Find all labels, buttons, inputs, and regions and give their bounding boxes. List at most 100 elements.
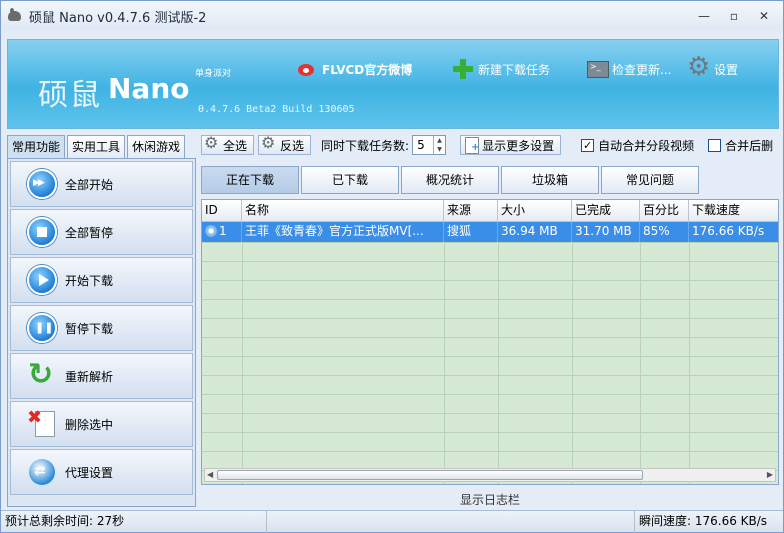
show-log-toggle[interactable]: 显示日志栏: [201, 490, 779, 510]
select-all-button[interactable]: 全选: [201, 133, 255, 155]
reparse-label: 重新解析: [65, 369, 114, 384]
scroll-right-icon[interactable]: ▶: [767, 469, 773, 481]
cell-name: 王菲《致青春》官方正式版MV[...: [242, 222, 444, 242]
header-done[interactable]: 已完成: [572, 200, 640, 221]
invert-selection-button[interactable]: 反选: [258, 133, 312, 155]
delete-selected-button[interactable]: 删除选中: [10, 401, 193, 447]
tab-tools[interactable]: 实用工具: [67, 135, 126, 159]
close-button[interactable]: ✕: [751, 7, 777, 25]
task-toolbar: 全选 反选 同时下载任务数: 5 ▲▼ 显示更多设置 ✓ 自动合并分段视频 合并…: [201, 133, 773, 156]
fast-forward-icon: [27, 169, 57, 199]
tab-common[interactable]: 常用功能: [7, 135, 66, 159]
header-speed[interactable]: 下载速度: [689, 200, 778, 221]
start-download-label: 开始下载: [65, 273, 114, 288]
weibo-link[interactable]: FLVCD官方微博: [296, 58, 412, 80]
minimize-button[interactable]: —: [691, 7, 717, 25]
checkbox-empty-icon: [708, 138, 722, 152]
merge-delete-label: 合并后删: [725, 138, 774, 153]
pause-icon: [27, 313, 57, 343]
refresh-icon: [27, 357, 57, 392]
concurrent-label: 同时下载任务数:: [321, 138, 410, 153]
download-table: ID 名称 来源 大小 已完成 百分比 下载速度 1 王菲《致青春》官方正式版M…: [201, 199, 779, 485]
tagline: 单身派对: [195, 69, 232, 79]
header-id[interactable]: ID: [202, 200, 242, 221]
logo-chinese: 硕鼠: [38, 78, 102, 113]
app-window: 硕鼠 Nano v0.4.7.6 测试版-2 — ▫ ✕ 硕鼠 Nano 单身派…: [0, 0, 784, 533]
settings-button[interactable]: 设置: [687, 52, 739, 82]
tab-downloading[interactable]: 正在下载: [201, 166, 299, 194]
concurrent-stepper[interactable]: 5 ▲ ▼: [412, 135, 447, 155]
scroll-left-icon[interactable]: ◀: [207, 469, 213, 481]
tab-statistics[interactable]: 概况统计: [401, 166, 499, 194]
cell-speed: 176.66 KB/s: [692, 224, 765, 238]
document-icon: [463, 137, 479, 154]
header-source[interactable]: 来源: [444, 200, 498, 221]
delete-selected-label: 删除选中: [65, 417, 114, 432]
main-tabs: 正在下载 已下载 概况统计 垃圾箱 常见问题: [201, 166, 699, 194]
col-divider: [498, 200, 499, 484]
tab-trash[interactable]: 垃圾箱: [501, 166, 599, 194]
col-divider: [572, 200, 573, 484]
grid-lines: [202, 242, 778, 472]
network-icon: [27, 457, 57, 487]
start-download-button[interactable]: 开始下载: [10, 257, 193, 303]
row-id: 1: [219, 224, 227, 238]
header-banner: 硕鼠 Nano 单身派对 0.4.7.6 Beta2 Build 130605 …: [7, 39, 779, 129]
horizontal-scrollbar[interactable]: ◀ ▶: [204, 468, 776, 482]
logo-english: Nano: [108, 72, 190, 105]
cell-size: 36.94 MB: [498, 222, 572, 242]
table-header: ID 名称 来源 大小 已完成 百分比 下载速度: [202, 200, 778, 222]
weibo-label: FLVCD官方微博: [322, 62, 413, 77]
pause-download-label: 暂停下载: [65, 321, 114, 336]
settings-label: 设置: [714, 62, 739, 77]
reparse-button[interactable]: 重新解析: [10, 353, 193, 399]
proxy-settings-button[interactable]: 代理设置: [10, 449, 193, 495]
merge-delete-checkbox[interactable]: 合并后删: [708, 137, 773, 154]
start-all-button[interactable]: 全部开始: [10, 161, 193, 207]
check-update-label: 检查更新...: [612, 62, 672, 77]
maximize-button[interactable]: ▫: [721, 7, 747, 25]
side-panel: 全部开始 全部暂停 开始下载 暂停下载 重新解析 删除选中 代理设置: [7, 158, 196, 507]
header-percent[interactable]: 百分比: [640, 200, 689, 221]
pause-download-button[interactable]: 暂停下载: [10, 305, 193, 351]
cell-percent: 85%: [640, 222, 689, 242]
header-name[interactable]: 名称: [242, 200, 444, 221]
table-row[interactable]: 1 王菲《致青春》官方正式版MV[... 搜狐 36.94 MB 31.70 M…: [202, 222, 778, 242]
more-settings-button[interactable]: 显示更多设置: [460, 135, 562, 155]
more-settings-label: 显示更多设置: [482, 138, 555, 153]
col-divider: [689, 200, 690, 484]
status-bar: 预计总剩余时间: 27秒 瞬间速度: 176.66 KB/s: [1, 510, 783, 533]
instant-speed: 瞬间速度: 176.66 KB/s: [639, 514, 768, 528]
left-tabs: 常用功能 实用工具 休闲游戏: [7, 135, 186, 159]
tab-downloaded[interactable]: 已下载: [301, 166, 399, 194]
downloading-icon: [205, 225, 217, 237]
auto-merge-checkbox[interactable]: ✓ 自动合并分段视频: [581, 137, 694, 154]
version-label: 0.4.7.6 Beta2 Build 130605: [198, 104, 355, 115]
mouse-icon: [7, 8, 23, 24]
header-size[interactable]: 大小: [498, 200, 572, 221]
cell-done: 31.70 MB: [572, 222, 640, 242]
remaining-time: 预计总剩余时间: 27秒: [5, 511, 267, 533]
plus-icon: [452, 58, 474, 80]
tab-games[interactable]: 休闲游戏: [127, 135, 186, 159]
concurrent-value: 5: [417, 138, 425, 152]
proxy-settings-label: 代理设置: [65, 465, 114, 480]
check-update-button[interactable]: 检查更新...: [586, 58, 671, 80]
pause-all-button[interactable]: 全部暂停: [10, 209, 193, 255]
stop-icon: [27, 217, 57, 247]
status-spacer: [267, 511, 635, 533]
terminal-icon: [586, 58, 609, 80]
cell-source: 搜狐: [444, 222, 498, 242]
gear-icon: [204, 133, 220, 153]
col-divider: [640, 200, 641, 484]
stepper-arrows-icon[interactable]: ▲ ▼: [433, 136, 445, 154]
invert-selection-label: 反选: [280, 138, 305, 153]
scrollbar-thumb[interactable]: [217, 470, 643, 480]
delete-icon: [27, 407, 57, 439]
start-all-label: 全部开始: [65, 177, 114, 192]
tab-faq[interactable]: 常见问题: [601, 166, 699, 194]
new-task-button[interactable]: 新建下载任务: [452, 58, 550, 80]
gear-icon: [261, 133, 277, 153]
select-all-label: 全选: [223, 138, 248, 153]
checkmark-icon: ✓: [581, 138, 595, 152]
